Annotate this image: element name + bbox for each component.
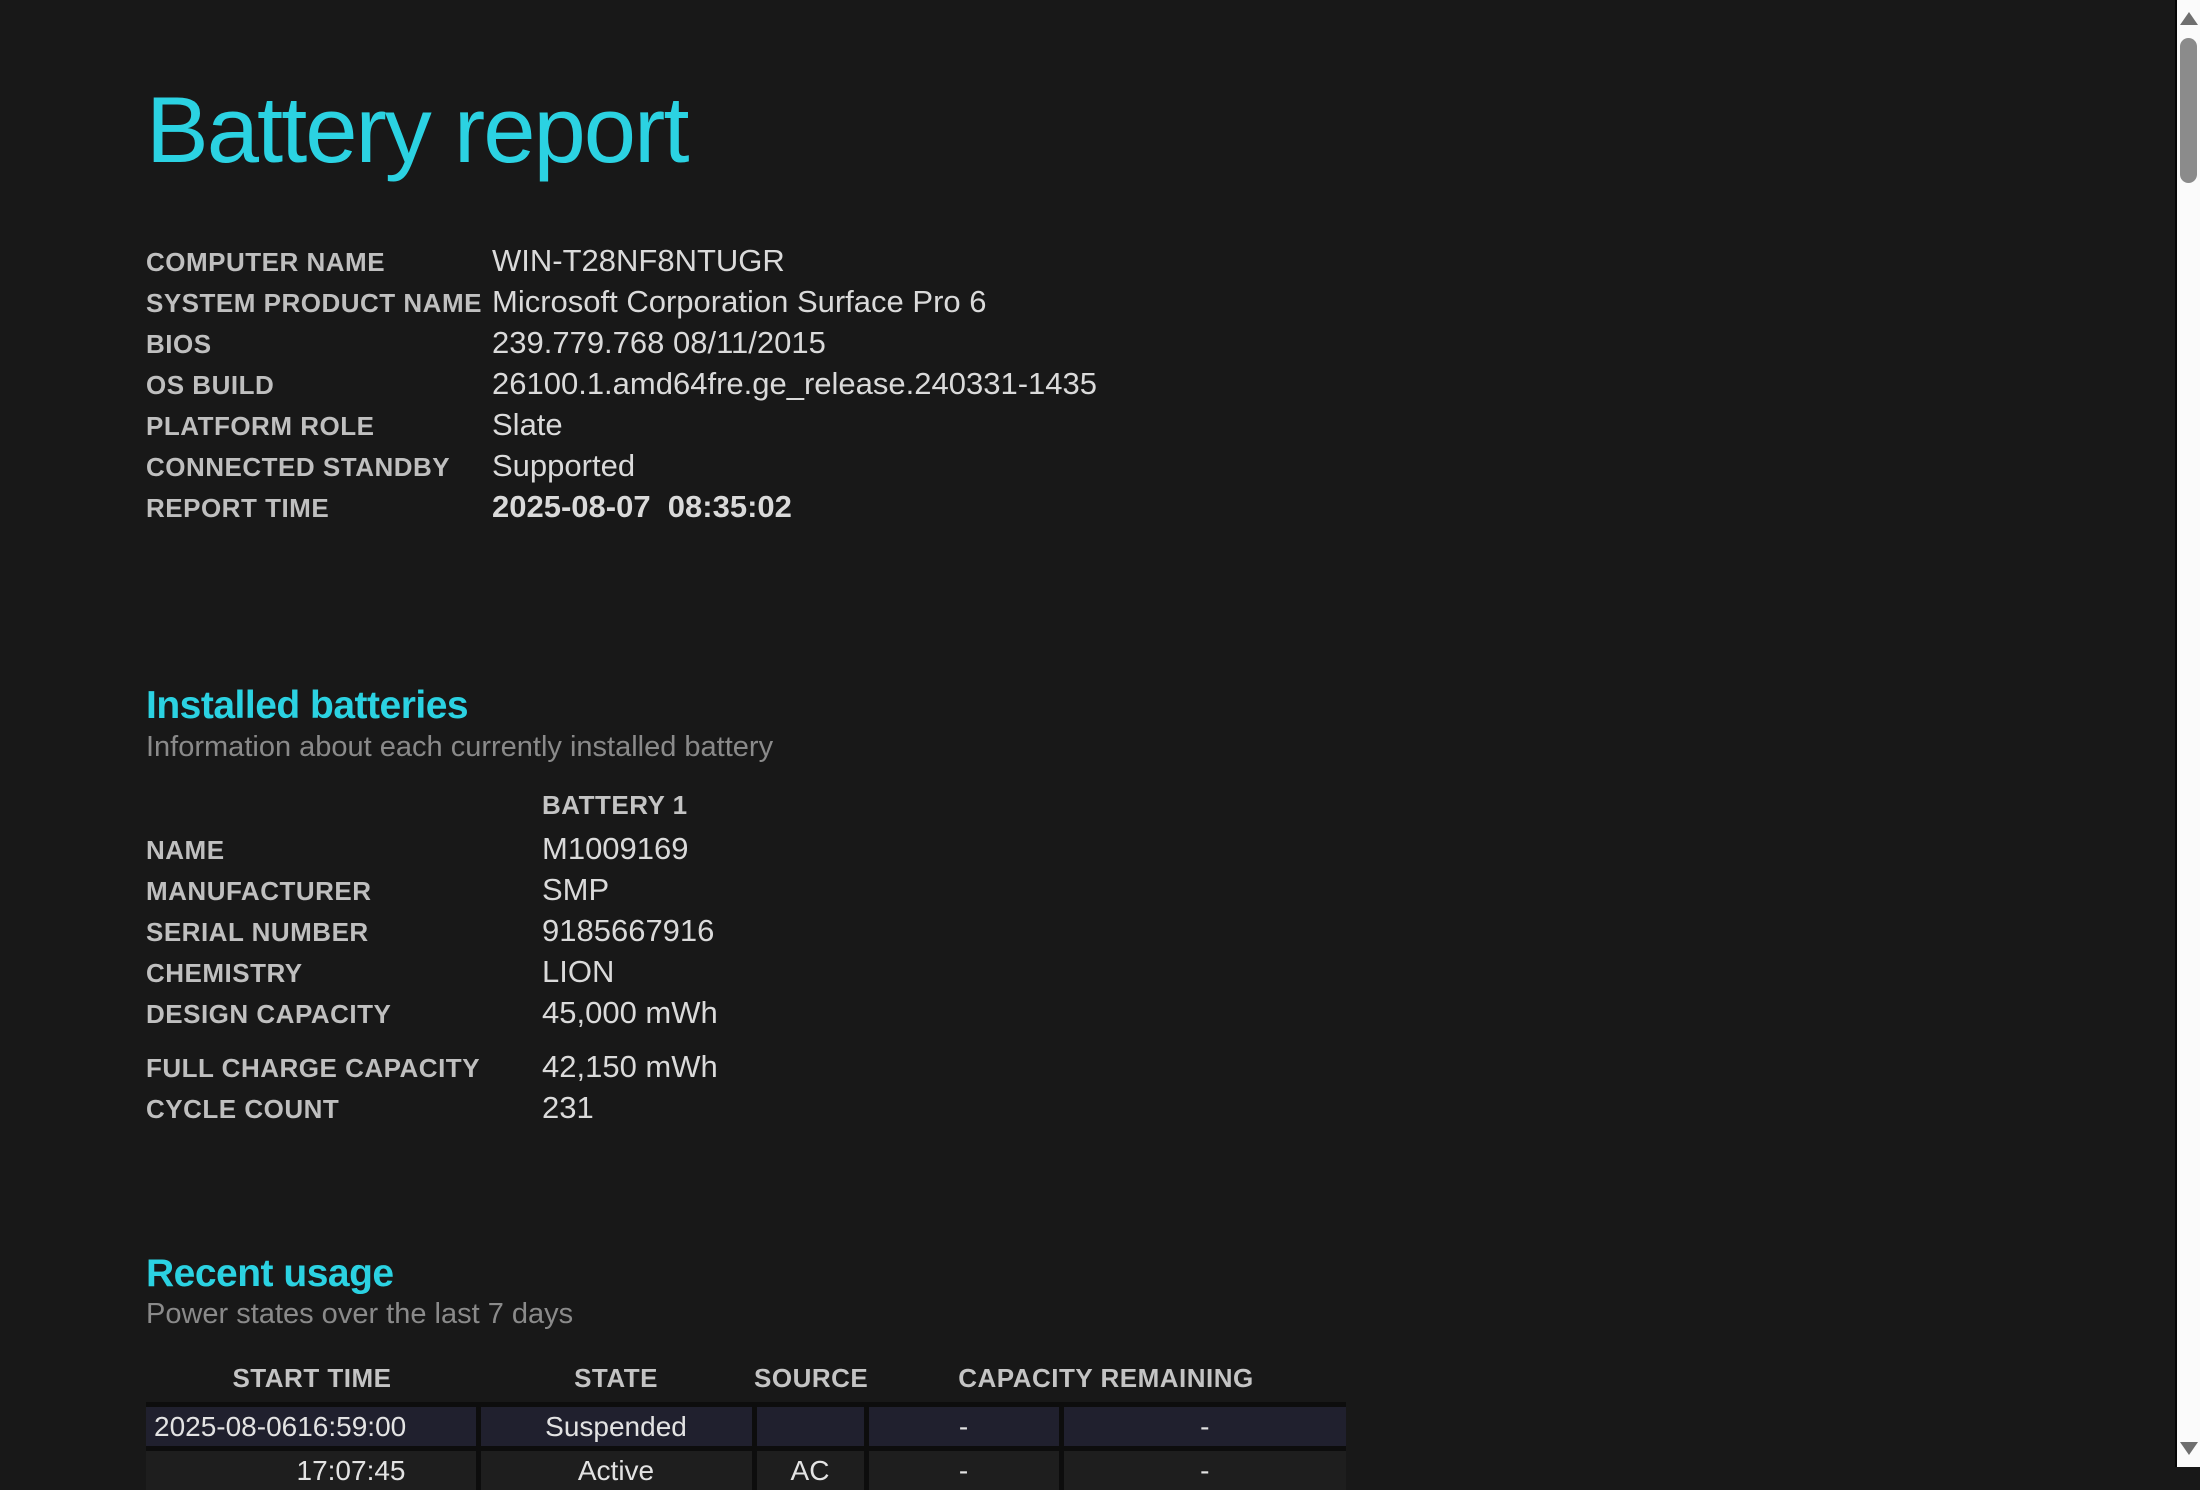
system-info-row: CONNECTED STANDBY Supported: [146, 448, 2126, 489]
scrollbar-thumb[interactable]: [2180, 38, 2197, 183]
cell-capacity-mwh: -: [1058, 1446, 1349, 1490]
battery-info-row: SERIAL NUMBER 9185667916: [146, 913, 2126, 954]
table-row: 2025-08-06 16:59:00 Suspended - -: [143, 1402, 1349, 1452]
system-info-value: 2025-08-07 08:35:02: [492, 489, 792, 524]
column-header-state: STATE: [574, 1363, 658, 1394]
recent-usage-table-head: START TIME STATE SOURCE CAPACITY REMAINI…: [146, 1354, 1346, 1405]
cell-source: [751, 1402, 869, 1452]
battery-info-value: 9185667916: [542, 912, 715, 948]
system-info-label: REPORT TIME: [146, 493, 330, 523]
column-header-start-time: START TIME: [232, 1363, 392, 1394]
recent-usage-header-row: START TIME STATE SOURCE CAPACITY REMAINI…: [146, 1354, 1346, 1405]
battery-info-row: CHEMISTRY LION: [146, 954, 2126, 995]
battery-info-label: SERIAL NUMBER: [146, 916, 369, 947]
battery-info-value: SMP: [542, 871, 610, 907]
battery-info-value: M1009169: [542, 830, 689, 866]
system-info-value: Microsoft Corporation Surface Pro 6: [492, 284, 987, 319]
system-info-label: SYSTEM PRODUCT NAME: [146, 288, 482, 318]
column-header-capacity-remaining: CAPACITY REMAINING: [958, 1363, 1254, 1394]
battery-info-value: 42,150 mWh: [542, 1048, 718, 1084]
system-info-table: COMPUTER NAME WIN-T28NF8NTUGR SYSTEM PRO…: [146, 243, 2126, 530]
recent-usage-subtitle: Power states over the last 7 days: [146, 1298, 574, 1331]
system-info-label: BIOS: [146, 329, 212, 359]
scroll-down-arrow-icon[interactable]: [2179, 1442, 2198, 1455]
battery-info-label: NAME: [146, 834, 225, 865]
installed-batteries-heading: Installed batteries: [146, 684, 469, 727]
scroll-up-arrow-icon[interactable]: [2179, 12, 2198, 25]
system-info-value: 26100.1.amd64fre.ge_release.240331-1435: [492, 366, 1097, 401]
system-info-label: CONNECTED STANDBY: [146, 452, 451, 482]
battery-info-value: 45,000 mWh: [542, 994, 718, 1030]
battery-info-row: NAME M1009169: [146, 831, 2126, 872]
recent-usage-table: START TIME STATE SOURCE CAPACITY REMAINI…: [143, 1354, 1349, 1490]
start-time: 17:07:45: [296, 1454, 406, 1486]
cell-start-time: 2025-08-06 16:59:00: [143, 1402, 481, 1452]
battery-info-label: CYCLE COUNT: [146, 1093, 340, 1124]
cell-state: Active: [475, 1446, 757, 1490]
battery-info-row: DESIGN CAPACITY 45,000 mWh: [146, 995, 2126, 1036]
recent-usage-table-body: 2025-08-06 16:59:00 Suspended - - 17:07:…: [143, 1402, 1349, 1490]
battery-info-row: CYCLE COUNT 231: [146, 1090, 2126, 1131]
battery-info-row: MANUFACTURER SMP: [146, 872, 2126, 913]
battery-info-value: LION: [542, 953, 615, 989]
page-title: Battery report: [146, 77, 689, 182]
start-date: 2025-08-06: [154, 1410, 298, 1442]
cell-capacity-mwh: -: [1058, 1402, 1349, 1452]
battery-info-row: FULL CHARGE CAPACITY 42,150 mWh: [146, 1049, 2126, 1090]
system-info-value: Supported: [492, 448, 636, 483]
cell-capacity-percent: -: [863, 1446, 1064, 1490]
system-info-value: WIN-T28NF8NTUGR: [492, 243, 785, 278]
vertical-scrollbar[interactable]: [2175, 0, 2200, 1467]
system-info-label: COMPUTER NAME: [146, 247, 386, 277]
system-info-label: PLATFORM ROLE: [146, 411, 375, 441]
system-info-row: BIOS 239.779.768 08/11/2015: [146, 325, 2126, 366]
system-info-row: REPORT TIME 2025-08-07 08:35:02: [146, 489, 2126, 530]
table-row: 17:07:45 Active AC - -: [143, 1446, 1349, 1490]
cell-state: Suspended: [475, 1402, 757, 1452]
battery-info-value: 231: [542, 1089, 594, 1125]
battery-info-label: FULL CHARGE CAPACITY: [146, 1052, 481, 1083]
start-time: 16:59:00: [297, 1410, 407, 1442]
recent-usage-heading: Recent usage: [146, 1251, 394, 1295]
battery-column-header: BATTERY 1: [542, 789, 688, 820]
cell-capacity-percent: -: [863, 1402, 1064, 1452]
cell-start-time: 17:07:45: [143, 1446, 481, 1490]
system-info-row: PLATFORM ROLE Slate: [146, 407, 2126, 448]
system-info-value: Slate: [492, 407, 563, 442]
system-info-row: OS BUILD 26100.1.amd64fre.ge_release.240…: [146, 366, 2126, 407]
column-header-source: SOURCE: [754, 1363, 869, 1394]
battery-report-page: Battery report COMPUTER NAME WIN-T28NF8N…: [143, 0, 2126, 1490]
system-info-row: SYSTEM PRODUCT NAME Microsoft Corporatio…: [146, 284, 2126, 325]
system-info-value: 239.779.768 08/11/2015: [492, 325, 826, 360]
installed-batteries-subtitle: Information about each currently install…: [146, 730, 774, 763]
cell-source: AC: [751, 1446, 869, 1490]
system-info-label: OS BUILD: [146, 370, 275, 400]
system-info-row: COMPUTER NAME WIN-T28NF8NTUGR: [146, 243, 2126, 284]
battery-column-header-row: BATTERY 1: [146, 790, 2126, 831]
battery-info-label: MANUFACTURER: [146, 875, 372, 906]
battery-info-label: DESIGN CAPACITY: [146, 998, 392, 1029]
installed-batteries-table: BATTERY 1 NAME M1009169 MANUFACTURER SMP…: [146, 790, 2126, 1131]
battery-info-label: CHEMISTRY: [146, 957, 303, 988]
